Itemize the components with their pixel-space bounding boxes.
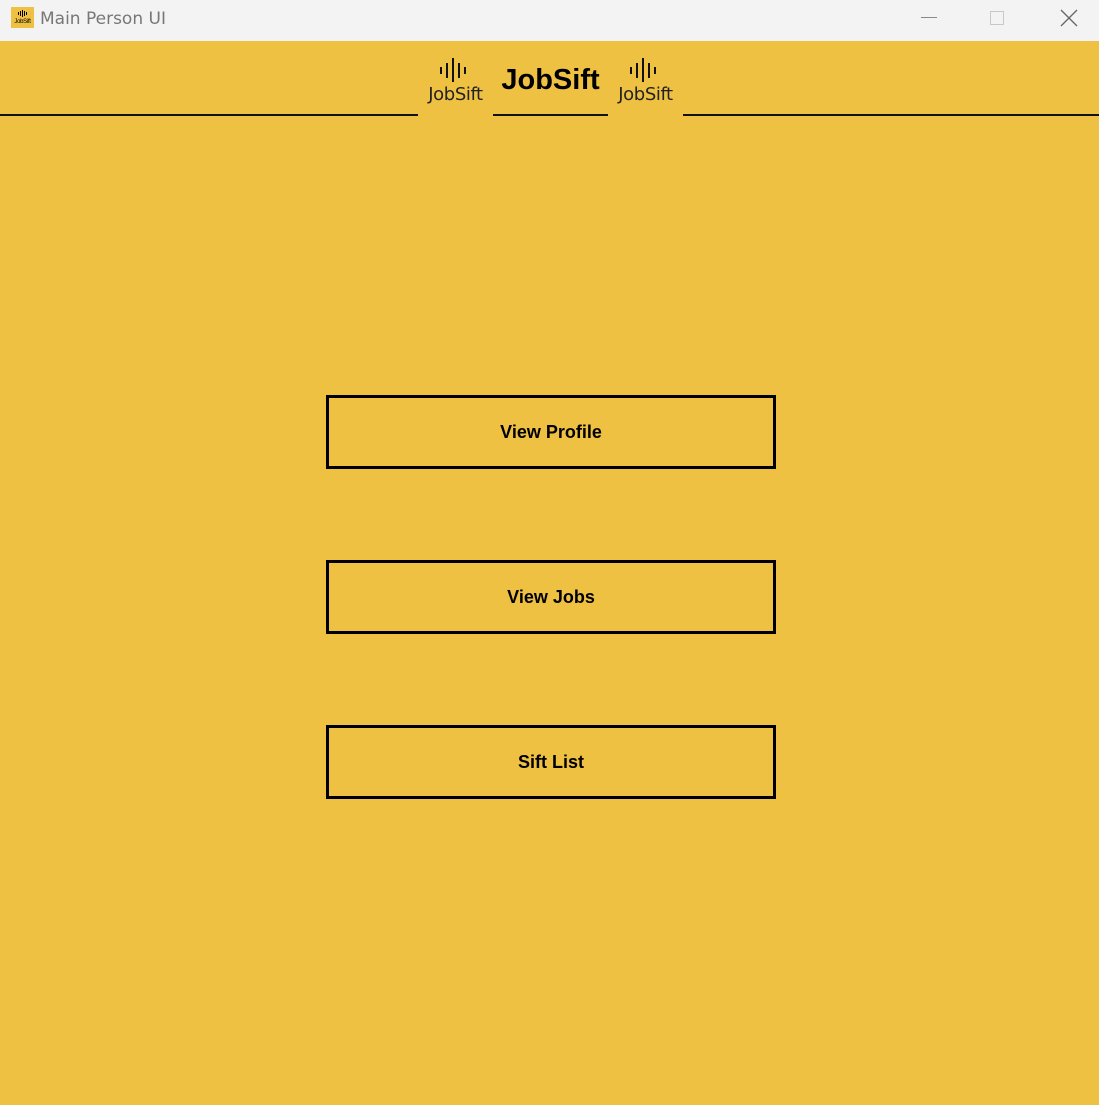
maximize-button[interactable] — [963, 0, 1033, 41]
app-icon-text: JobSift — [14, 19, 31, 25]
header-divider-left — [0, 114, 418, 116]
minimize-button[interactable] — [893, 0, 963, 41]
window-titlebar: JobSift Main Person UI — [0, 0, 1099, 41]
close-icon — [1060, 9, 1078, 27]
minimize-icon — [921, 17, 937, 18]
logo-left: JobSift — [418, 57, 493, 109]
view-jobs-button[interactable]: View Jobs — [326, 560, 776, 634]
logo-right-text: JobSift — [618, 84, 673, 105]
header-divider-center — [493, 114, 608, 116]
app-logo-icon: JobSift — [11, 7, 34, 28]
maximize-icon — [990, 11, 1004, 25]
logo-right: JobSift — [608, 57, 683, 109]
soundwave-icon — [440, 58, 466, 82]
page-title: JobSift — [501, 64, 600, 96]
soundwave-icon — [18, 10, 27, 17]
window-title: Main Person UI — [40, 9, 166, 29]
logo-left-text: JobSift — [428, 84, 483, 105]
sift-list-button[interactable]: Sift List — [326, 725, 776, 799]
close-button[interactable] — [1033, 0, 1099, 41]
header-divider-right — [683, 114, 1099, 116]
view-profile-button[interactable]: View Profile — [326, 395, 776, 469]
soundwave-icon — [630, 58, 656, 82]
